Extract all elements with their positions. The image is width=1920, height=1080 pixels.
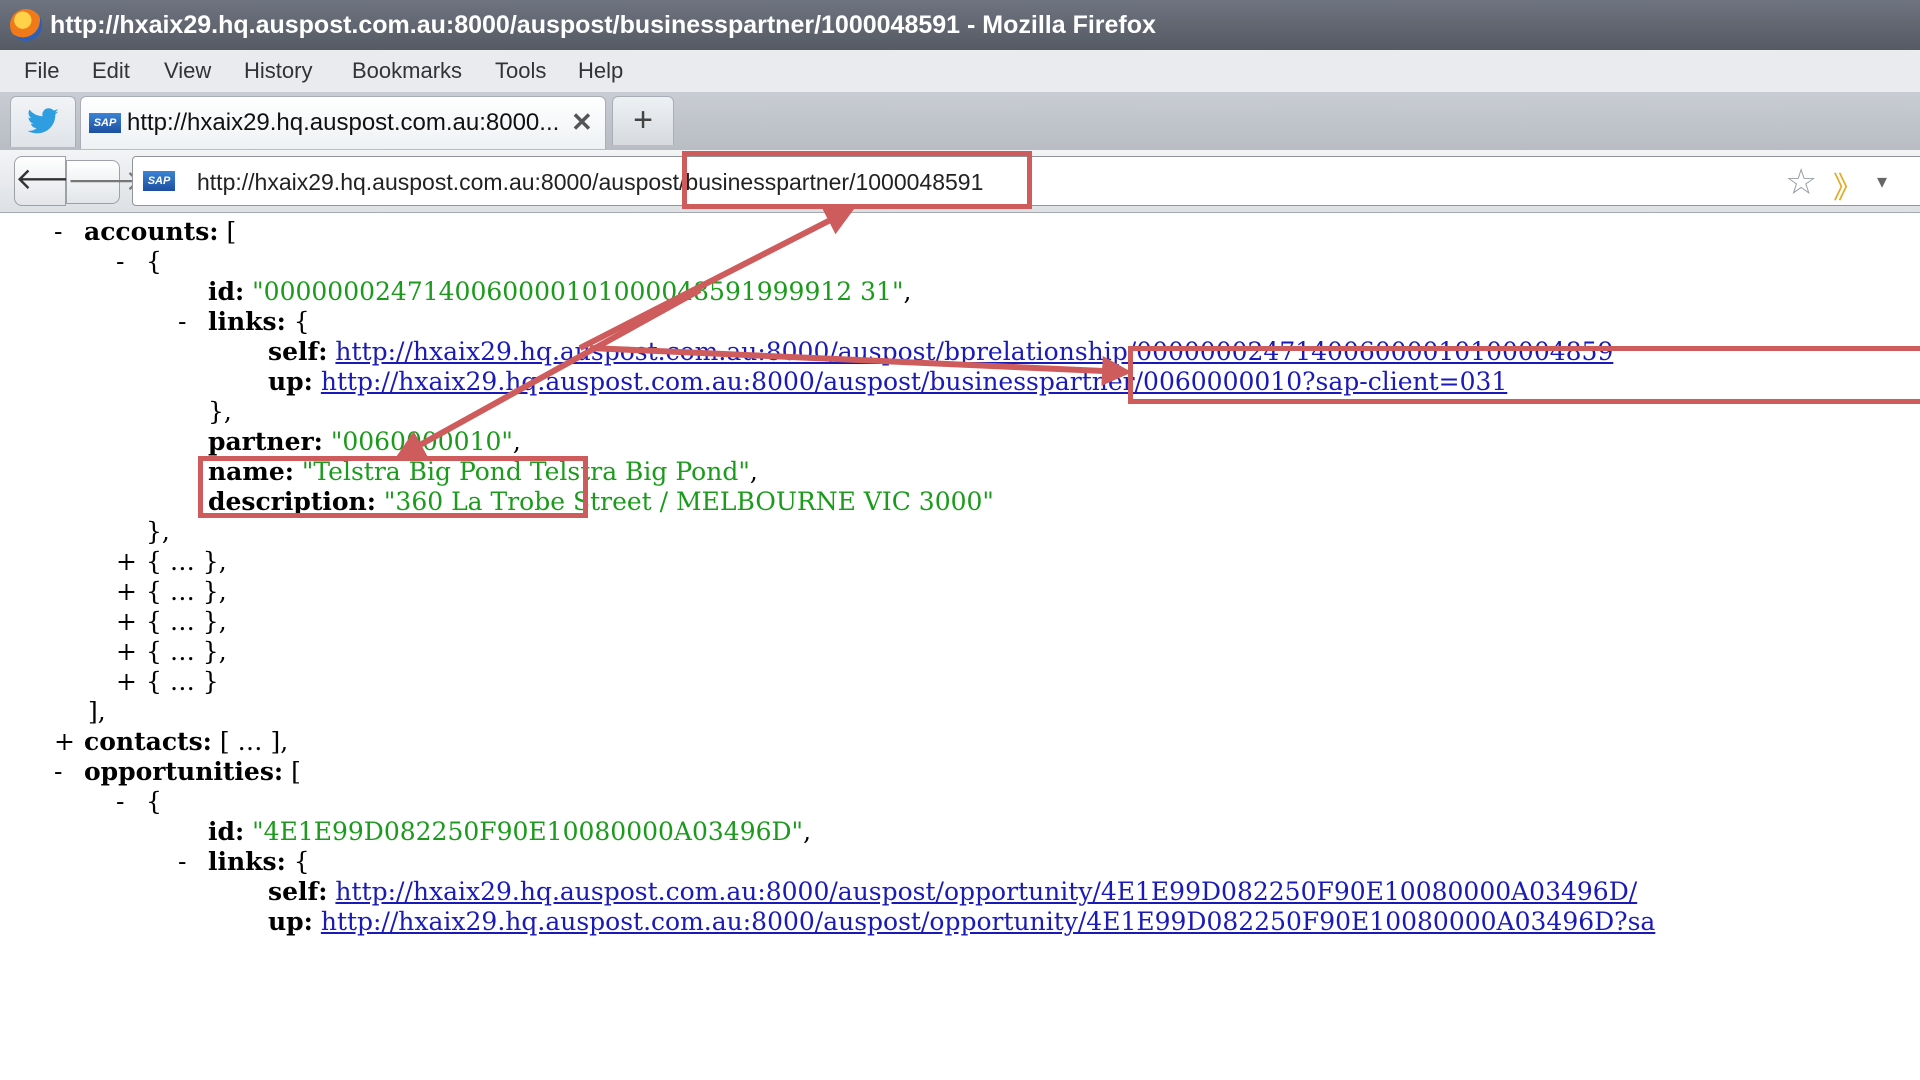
menu-file[interactable]: File xyxy=(24,58,59,84)
json-line-opp-up: up: http://hxaix29.hq.auspost.com.au:800… xyxy=(268,907,1655,937)
key-contacts: contacts: xyxy=(84,727,212,756)
json-line-opportunities: - opportunities: [ xyxy=(54,757,301,787)
key-opportunities: opportunities: xyxy=(84,757,284,786)
json-line-accounts-close: ], xyxy=(88,697,106,726)
link-opp-self[interactable]: http://hxaix29.hq.auspost.com.au:8000/au… xyxy=(335,877,1637,906)
collapsed-object: { … }, xyxy=(146,577,227,606)
bracket-open: [ xyxy=(218,217,237,246)
title-bar: http://hxaix29.hq.auspost.com.au:8000/au… xyxy=(0,0,1920,50)
json-line-accounts: - accounts: [ xyxy=(54,217,236,247)
menu-edit[interactable]: Edit xyxy=(92,58,130,84)
json-line-opp-id: id: "4E1E99D082250F90E10080000A03496D", xyxy=(208,817,812,846)
value-opp-id: "4E1E99D082250F90E10080000A03496D" xyxy=(252,817,804,846)
close-tab-icon[interactable]: ✕ xyxy=(571,107,593,138)
json-line-collapsed: +{ … }, xyxy=(116,547,227,577)
highlight-bprelationship-link xyxy=(1128,346,1920,404)
twitter-bird-icon xyxy=(27,108,59,134)
expand-toggle[interactable]: + xyxy=(116,667,146,697)
sap-favicon-icon: SAP xyxy=(89,113,121,133)
url-dropdown-icon[interactable]: ▾ xyxy=(1877,169,1887,194)
json-line-object-close: }, xyxy=(146,517,170,546)
site-identity-sap-icon[interactable]: SAP xyxy=(143,171,175,191)
json-line-collapsed: +{ … }, xyxy=(116,577,227,607)
link-opp-up[interactable]: http://hxaix29.hq.auspost.com.au:8000/au… xyxy=(321,907,1655,936)
json-line-object-open: -{ xyxy=(116,247,162,277)
collapse-toggle[interactable]: - xyxy=(178,307,208,337)
value-id: "0000000247140060000101000048591999912 3… xyxy=(252,277,904,306)
json-viewer: - accounts: [ -{ id: "0000000247140060000… xyxy=(0,213,1920,1080)
tab-label: http://hxaix29.hq.auspost.com.au:8000... xyxy=(127,109,560,136)
collapse-toggle[interactable]: - xyxy=(54,217,84,247)
json-line-links: - links: { xyxy=(178,307,310,337)
tab-active-page[interactable]: SAP http://hxaix29.hq.auspost.com.au:800… xyxy=(80,96,606,149)
expand-toggle[interactable]: + xyxy=(116,547,146,577)
json-line-partner: partner: "0060000010", xyxy=(208,427,521,456)
json-line-collapsed: +{ … }, xyxy=(116,637,227,667)
value-partner: "0060000010" xyxy=(330,427,513,456)
menu-bar: File Edit View History Bookmarks Tools H… xyxy=(0,50,1920,93)
json-line-collapsed: +{ … } xyxy=(116,667,219,697)
bookmark-star-icon[interactable]: ☆ xyxy=(1785,161,1817,203)
back-button[interactable]: 🡐 xyxy=(14,156,95,206)
window-title: http://hxaix29.hq.auspost.com.au:8000/au… xyxy=(50,11,1156,39)
key-up: up: xyxy=(268,907,313,936)
menu-bookmarks[interactable]: Bookmarks xyxy=(352,58,462,84)
collapse-toggle[interactable]: - xyxy=(116,247,146,277)
key-links: links: xyxy=(208,847,286,876)
key-id: id: xyxy=(208,277,245,306)
json-line-object-open: -{ xyxy=(116,787,162,817)
browser-window: http://hxaix29.hq.auspost.com.au:8000/au… xyxy=(0,0,1920,1080)
json-line-opp-self: self: http://hxaix29.hq.auspost.com.au:8… xyxy=(268,877,1637,907)
expand-toggle[interactable]: + xyxy=(116,637,146,667)
collapse-toggle[interactable]: - xyxy=(116,787,146,817)
json-line-collapsed: +{ … }, xyxy=(116,607,227,637)
expand-toggle[interactable]: + xyxy=(116,607,146,637)
expand-toggle[interactable]: + xyxy=(116,577,146,607)
new-tab-button[interactable]: + xyxy=(612,96,674,145)
key-partner: partner: xyxy=(208,427,323,456)
collapse-toggle[interactable]: - xyxy=(178,847,208,877)
forward-arrow-icon: 🡒 xyxy=(67,165,143,196)
contacts-collapsed: [ … ], xyxy=(211,727,289,756)
forward-button[interactable]: 🡒 xyxy=(66,160,142,204)
json-line-links-close: }, xyxy=(208,397,232,426)
key-self: self: xyxy=(268,337,328,366)
highlight-partner-value xyxy=(198,456,588,518)
tab-twitter-app[interactable] xyxy=(10,96,76,147)
key-up: up: xyxy=(268,367,313,396)
json-line-opp-links: - links: { xyxy=(178,847,310,877)
key-self: self: xyxy=(268,877,328,906)
collapse-toggle[interactable]: - xyxy=(54,757,84,787)
collapsed-object: { … }, xyxy=(146,637,227,666)
firefox-logo-icon xyxy=(10,9,42,41)
collapsed-object: { … }, xyxy=(146,607,227,636)
feed-icon[interactable]: 》 xyxy=(1833,163,1863,207)
menu-help[interactable]: Help xyxy=(578,58,623,84)
json-line-contacts: + contacts: [ … ], xyxy=(54,727,288,757)
collapsed-object: { … }, xyxy=(146,547,227,576)
menu-tools[interactable]: Tools xyxy=(495,58,546,84)
json-line-id: id: "00000002471400600001010000485919999… xyxy=(208,277,912,306)
tab-bar: SAP http://hxaix29.hq.auspost.com.au:800… xyxy=(0,92,1920,151)
menu-view[interactable]: View xyxy=(164,58,211,84)
key-links: links: xyxy=(208,307,286,336)
collapsed-object: { … } xyxy=(146,667,219,696)
menu-history[interactable]: History xyxy=(244,58,312,84)
key-accounts: accounts: xyxy=(84,217,219,246)
highlight-url-businesspartner xyxy=(682,151,1032,209)
expand-toggle[interactable]: + xyxy=(54,727,84,757)
key-id: id: xyxy=(208,817,245,846)
